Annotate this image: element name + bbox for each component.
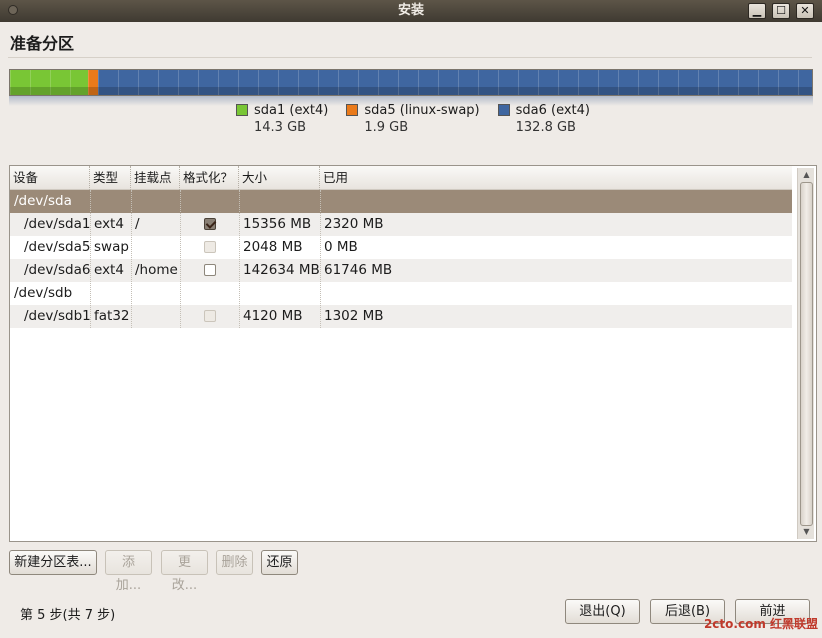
table-row[interactable]: /dev/sda [10,190,792,213]
legend-size: 1.9 GB [364,120,409,135]
scroll-up-icon[interactable]: ▲ [798,168,815,182]
header-size[interactable]: 大小 [239,166,320,190]
table-row[interactable]: /dev/sda6 ext4/home 142634 MB 61746 MB [10,259,792,282]
cell-size: 15356 MB [243,216,312,232]
column-separator [131,190,132,328]
add-partition-button[interactable]: 添加... [105,550,152,593]
format-checkbox[interactable] [204,310,216,322]
cell-size: 2048 MB [243,239,303,255]
maximize-icon[interactable]: ☐ [772,3,790,19]
cell-used [321,282,324,305]
legend-name: sda6 (ext4) [515,103,590,118]
cell-type: ext4 [94,262,124,278]
partition-table[interactable]: 设备 类型 挂载点 格式化？ 大小 已用 /dev/sda/dev/sda1 ex… [9,165,817,542]
legend-item-sda5: sda5 (linux-swap) 1.9 GB [346,103,480,135]
header-mount[interactable]: 挂载点 [131,166,180,190]
header-type[interactable]: 类型 [90,166,131,190]
table-row[interactable]: /dev/sda5 swap 2048 MB 0 MB [10,236,792,259]
cell-mount: / [135,216,140,232]
cell-mount [132,190,135,213]
cell-size: 142634 MB [243,262,320,278]
column-separator [320,190,321,328]
cell-size: 4120 MB [243,308,303,324]
cell-mount [132,305,135,328]
disk-segment-2 [98,70,812,95]
cell-device: /dev/sda5 [24,239,91,255]
step-indicator: 第 5 步(共 7 步) [20,608,116,623]
legend-size: 14.3 GB [254,120,307,135]
page-title: 准备分区 [10,34,75,53]
cell-type [91,282,94,305]
legend-swatch-sda1 [236,104,248,116]
new-partition-table-button[interactable]: 新建分区表... [9,550,97,575]
cell-used: 0 MB [324,239,358,255]
cell-type: fat32 [94,308,130,324]
cell-type [91,190,94,213]
table-row[interactable]: /dev/sdb1 fat32 4120 MB 1302 MB [10,305,792,328]
cell-device: /dev/sdb1 [24,308,91,324]
cell-used [321,190,324,213]
disk-segment-1 [87,70,99,95]
revert-button[interactable]: 还原 [261,550,298,575]
format-checkbox[interactable] [204,264,216,276]
window-title: 安装 [397,3,424,18]
table-header: 设备 类型 挂载点 格式化？ 大小 已用 [10,166,792,190]
cell-mount [132,236,135,259]
scroll-down-icon[interactable]: ▼ [798,525,815,539]
column-separator [239,190,240,328]
quit-button[interactable]: 退出(Q) [565,599,640,624]
scrollbar-thumb[interactable] [800,182,813,526]
legend-name: sda5 (linux-swap) [364,103,480,118]
cell-type: swap [94,239,129,255]
cell-used: 2320 MB [324,216,384,232]
legend-size: 132.8 GB [515,120,576,135]
header-used[interactable]: 已用 [320,166,792,190]
cell-device: /dev/sda [14,193,72,209]
window-menu-icon[interactable] [8,5,18,15]
column-separator [90,190,91,328]
delete-partition-button[interactable]: 删除 [216,550,253,575]
table-row[interactable]: /dev/sda1 ext4 / 15356 MB 2320 MB [10,213,792,236]
legend-swatch-sda6 [497,104,510,116]
cell-device: /dev/sda1 [24,216,91,232]
change-partition-button[interactable]: 更改... [161,550,208,593]
cell-mount [132,282,135,305]
divider [8,57,812,58]
legend-item-sda1: sda1 (ext4) 14.3 GB [236,103,328,135]
format-checkbox[interactable] [204,241,216,253]
cell-type: ext4 [94,216,124,232]
cell-used: 61746 MB [324,262,393,278]
cell-device: /dev/sda6 [24,262,91,278]
watermark: 2cto.com 红黑联盟 [703,617,818,631]
cell-used: 1302 MB [324,308,384,324]
close-icon[interactable]: ✕ [796,3,814,19]
minimize-icon[interactable]: ▁ [748,3,766,19]
window-titlebar: 安装 ▁ ☐ ✕ [0,0,822,22]
legend-swatch-sda5 [346,104,359,116]
legend-name: sda1 (ext4) [254,103,329,118]
vertical-scrollbar[interactable]: ▲ ▼ [797,168,814,539]
header-device[interactable]: 设备 [10,166,90,190]
disk-segment-0 [10,70,88,95]
cell-size [240,282,243,305]
disk-usage-bar [9,69,813,96]
header-format[interactable]: 格式化？ [180,166,239,190]
disk-legend: sda1 (ext4) 14.3 GB sda5 (linux-swap) 1.… [236,103,590,135]
table-row[interactable]: /dev/sdb [10,282,792,305]
format-checkbox[interactable] [204,218,216,230]
column-separator [180,190,181,328]
cell-device: /dev/sdb [14,285,73,301]
cell-size [240,190,243,213]
cell-mount: /home [135,262,178,278]
legend-item-sda6: sda6 (ext4) 132.8 GB [497,103,590,135]
